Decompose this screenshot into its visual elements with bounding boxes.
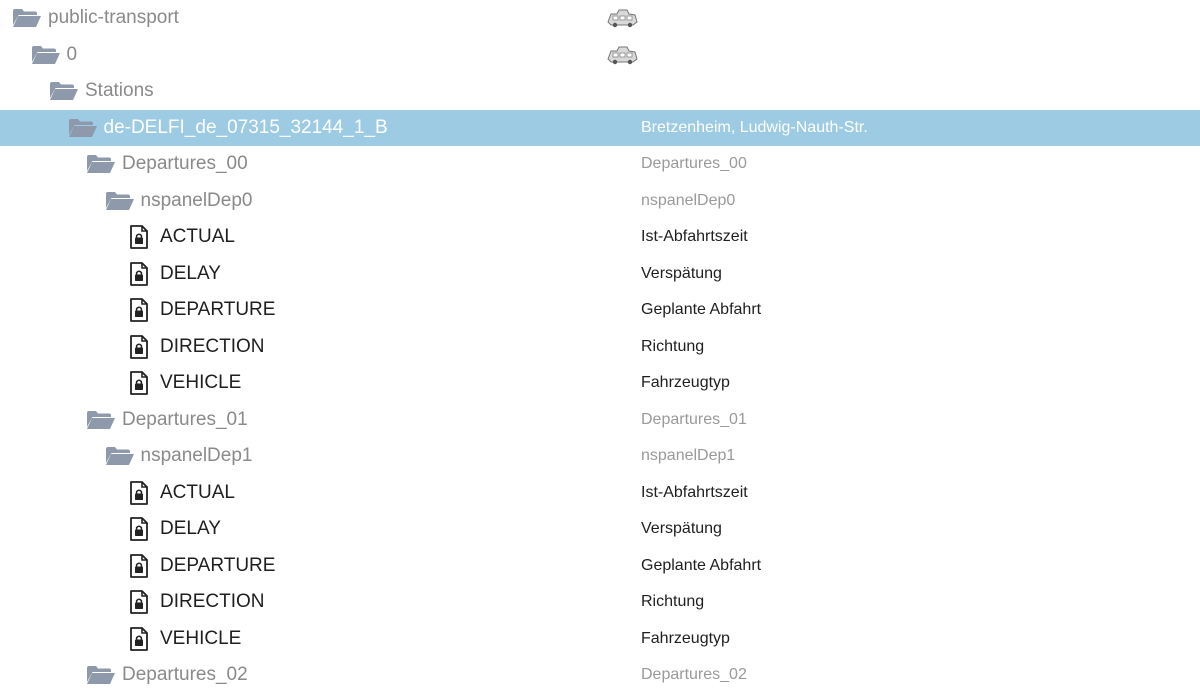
tree-item-name: Departures_02 bbox=[122, 664, 248, 686]
tree-state-row[interactable]: DEPARTURE Geplante Abfahrt bbox=[0, 548, 1200, 585]
locked-file-icon bbox=[127, 334, 151, 359]
folder-open-icon bbox=[105, 445, 135, 467]
tree-item-description: Departures_02 bbox=[641, 666, 747, 684]
tree-item-name: DELAY bbox=[160, 262, 221, 284]
tree-item-name: nspanelDep1 bbox=[140, 445, 253, 467]
tree-row-label: VEHICLE bbox=[0, 365, 241, 402]
tree-item-name: nspanelDep0 bbox=[140, 189, 253, 211]
tree-item-name: VEHICLE bbox=[160, 627, 242, 649]
tree-folder-row[interactable]: Departures_02 Departures_02 bbox=[0, 657, 1200, 694]
tree-folder-row[interactable]: Departures_01 Departures_01 bbox=[0, 402, 1200, 439]
tree-folder-row[interactable]: public-transport bbox=[0, 0, 1200, 37]
tree-item-name: ACTUAL bbox=[160, 481, 235, 503]
tree-state-row[interactable]: DEPARTURE Geplante Abfahrt bbox=[0, 292, 1200, 329]
vehicle-thumbnail-icon bbox=[605, 44, 639, 66]
tree-row-label: de-DELFI_de_07315_32144_1_B bbox=[0, 110, 388, 147]
tree-item-description: Fahrzeugtyp bbox=[641, 374, 730, 392]
locked-file-icon bbox=[127, 517, 151, 542]
tree-row-label: nspanelDep0 bbox=[0, 183, 252, 220]
tree-item-name: ACTUAL bbox=[160, 226, 235, 248]
tree-row-label: Stations bbox=[0, 73, 154, 110]
tree-item-description: Geplante Abfahrt bbox=[641, 301, 762, 319]
vehicle-thumbnail-icon bbox=[605, 7, 639, 29]
folder-open-icon bbox=[49, 80, 79, 102]
locked-file-icon bbox=[127, 298, 151, 323]
tree-row-label: 0 bbox=[0, 37, 77, 74]
tree-folder-row[interactable]: nspanelDep1 nspanelDep1 bbox=[0, 438, 1200, 475]
locked-file-icon bbox=[127, 480, 151, 505]
locked-file-icon bbox=[127, 371, 151, 396]
tree-item-description: nspanelDep0 bbox=[641, 191, 736, 209]
tree-row-label: DEPARTURE bbox=[0, 548, 275, 585]
tree-item-name: DIRECTION bbox=[160, 335, 265, 357]
tree-item-name: Stations bbox=[85, 80, 154, 102]
tree-row-label: public-transport bbox=[0, 0, 179, 37]
tree-item-name: public-transport bbox=[48, 7, 179, 29]
locked-file-icon bbox=[127, 590, 151, 615]
tree-row-label: DELAY bbox=[0, 256, 221, 293]
tree-row-label: DIRECTION bbox=[0, 584, 265, 621]
tree-folder-row[interactable]: 0 bbox=[0, 37, 1200, 74]
tree-item-name: DELAY bbox=[160, 518, 221, 540]
folder-open-icon bbox=[31, 44, 61, 66]
tree-item-name: Departures_01 bbox=[122, 408, 248, 430]
tree-row-label: nspanelDep1 bbox=[0, 438, 252, 475]
locked-file-icon bbox=[127, 225, 151, 250]
tree-row-label: Departures_00 bbox=[0, 146, 248, 183]
tree-item-description: Bretzenheim, Ludwig-Nauth-Str. bbox=[641, 118, 868, 136]
tree-item-description: Ist-Abfahrtszeit bbox=[641, 483, 748, 501]
tree-item-name: VEHICLE bbox=[160, 372, 242, 394]
tree-row-label: VEHICLE bbox=[0, 621, 241, 658]
tree-state-row[interactable]: DELAY Verspätung bbox=[0, 511, 1200, 548]
tree-item-name: DIRECTION bbox=[160, 591, 265, 613]
tree-item-name: Departures_00 bbox=[122, 153, 248, 175]
tree-item-description: Richtung bbox=[641, 593, 705, 611]
folder-open-icon bbox=[86, 409, 116, 431]
folder-open-icon bbox=[12, 7, 42, 29]
tree-row-label: Departures_01 bbox=[0, 402, 248, 439]
tree-state-row[interactable]: ACTUAL Ist-Abfahrtszeit bbox=[0, 475, 1200, 512]
tree-item-description: Geplante Abfahrt bbox=[641, 556, 762, 574]
tree-state-row[interactable]: ACTUAL Ist-Abfahrtszeit bbox=[0, 219, 1200, 256]
tree-row-label: ACTUAL bbox=[0, 475, 235, 512]
tree-folder-row[interactable]: Stations bbox=[0, 73, 1200, 110]
folder-open-icon bbox=[86, 153, 116, 175]
tree-state-row[interactable]: DELAY Verspätung bbox=[0, 256, 1200, 293]
tree-item-description: Verspätung bbox=[641, 520, 722, 538]
tree-item-description: Fahrzeugtyp bbox=[641, 629, 730, 647]
locked-file-icon bbox=[127, 626, 151, 651]
tree-item-description: Departures_01 bbox=[641, 410, 747, 428]
object-tree: public-transport 0 Stations de-DELFI_de_073… bbox=[0, 0, 1200, 694]
tree-state-row[interactable]: VEHICLE Fahrzeugtyp bbox=[0, 365, 1200, 402]
locked-file-icon bbox=[127, 553, 151, 578]
tree-folder-row[interactable]: de-DELFI_de_07315_32144_1_B Bretzenheim, … bbox=[0, 109, 1200, 147]
tree-item-description: Verspätung bbox=[641, 264, 722, 282]
locked-file-icon bbox=[127, 261, 151, 286]
tree-state-row[interactable]: VEHICLE Fahrzeugtyp bbox=[0, 621, 1200, 658]
tree-item-description: Richtung bbox=[641, 337, 705, 355]
tree-folder-row[interactable]: Departures_00 Departures_00 bbox=[0, 146, 1200, 183]
tree-row-label: DEPARTURE bbox=[0, 292, 275, 329]
tree-folder-row[interactable]: nspanelDep0 nspanelDep0 bbox=[0, 183, 1200, 220]
tree-row-label: DIRECTION bbox=[0, 329, 265, 366]
tree-item-description: nspanelDep1 bbox=[641, 447, 736, 465]
tree-item-description: Departures_00 bbox=[641, 155, 747, 173]
folder-open-icon bbox=[86, 664, 116, 686]
tree-item-description: Ist-Abfahrtszeit bbox=[641, 228, 748, 246]
tree-state-row[interactable]: DIRECTION Richtung bbox=[0, 329, 1200, 366]
tree-item-name: de-DELFI_de_07315_32144_1_B bbox=[103, 116, 388, 138]
tree-row-label: ACTUAL bbox=[0, 219, 235, 256]
tree-item-name: 0 bbox=[66, 43, 78, 65]
folder-open-icon bbox=[68, 117, 98, 139]
folder-open-icon bbox=[105, 190, 135, 212]
tree-item-name: DEPARTURE bbox=[160, 299, 276, 321]
tree-state-row[interactable]: DIRECTION Richtung bbox=[0, 584, 1200, 621]
tree-row-label: Departures_02 bbox=[0, 657, 248, 694]
tree-item-name: DEPARTURE bbox=[160, 554, 276, 576]
tree-row-label: DELAY bbox=[0, 511, 221, 548]
